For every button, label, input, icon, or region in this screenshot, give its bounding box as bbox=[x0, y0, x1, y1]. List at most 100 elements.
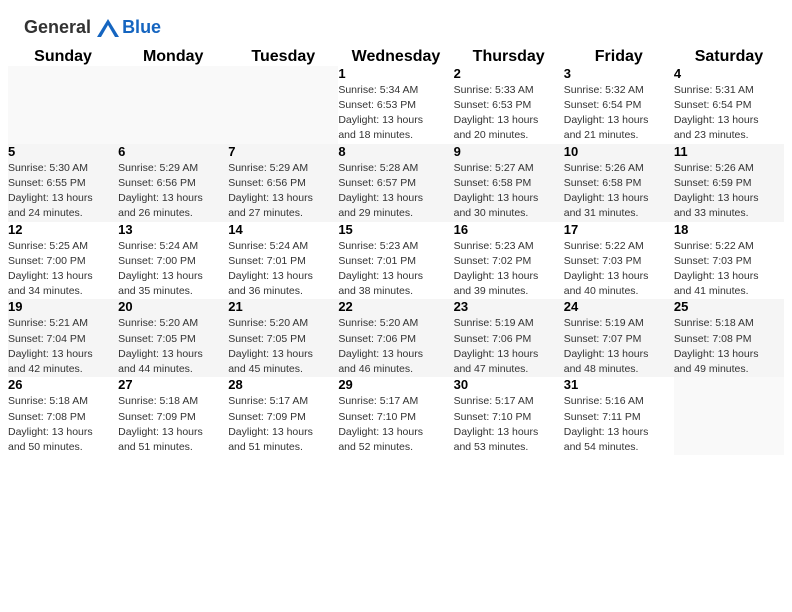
day-header-friday: Friday bbox=[564, 48, 674, 66]
calendar-cell: 20Sunrise: 5:20 AM Sunset: 7:05 PM Dayli… bbox=[118, 299, 228, 377]
day-info: Sunrise: 5:29 AM Sunset: 6:56 PM Dayligh… bbox=[228, 161, 338, 222]
page-header: General Blue bbox=[0, 0, 792, 48]
day-number: 5 bbox=[8, 144, 118, 159]
day-header-monday: Monday bbox=[118, 48, 228, 66]
calendar-body: 1 Sunrise: 5:34 AM Sunset: 6:53 PM Daylig… bbox=[8, 66, 784, 455]
day-info: Sunrise: 5:22 AM Sunset: 7:03 PM Dayligh… bbox=[674, 239, 784, 300]
calendar-cell: 22 Sunrise: 5:20 AM Sunset: 7:06 PM Dayli… bbox=[338, 299, 453, 377]
day-info: Sunrise: 5:31 AM Sunset: 6:54 PM Dayligh… bbox=[674, 83, 784, 144]
day-header-saturday: Saturday bbox=[674, 48, 784, 66]
calendar-wrapper: SundayMondayTuesdayWednesdayThursdayFrid… bbox=[0, 48, 792, 463]
day-info: Sunrise: 5:18 AM Sunset: 7:08 PM Dayligh… bbox=[674, 316, 784, 377]
calendar-cell: 25 Sunrise: 5:18 AM Sunset: 7:08 PM Dayli… bbox=[674, 299, 784, 377]
calendar-cell: 5 Sunrise: 5:30 AM Sunset: 6:55 PM Daylig… bbox=[8, 144, 118, 222]
calendar-week-4: 19Sunrise: 5:21 AM Sunset: 7:04 PM Dayli… bbox=[8, 299, 784, 377]
calendar-cell: 12 Sunrise: 5:25 AM Sunset: 7:00 PM Dayli… bbox=[8, 222, 118, 300]
day-header-thursday: Thursday bbox=[454, 48, 564, 66]
day-number: 7 bbox=[228, 144, 338, 159]
day-info: Sunrise: 5:26 AM Sunset: 6:58 PM Dayligh… bbox=[564, 161, 674, 222]
calendar-cell: 15Sunrise: 5:23 AM Sunset: 7:01 PM Dayli… bbox=[338, 222, 453, 300]
day-info: Sunrise: 5:26 AM Sunset: 6:59 PM Dayligh… bbox=[674, 161, 784, 222]
day-header-wednesday: Wednesday bbox=[338, 48, 453, 66]
calendar-cell: 6Sunrise: 5:29 AM Sunset: 6:56 PM Daylig… bbox=[118, 144, 228, 222]
calendar-cell: 23 Sunrise: 5:19 AM Sunset: 7:06 PM Dayli… bbox=[454, 299, 564, 377]
day-number: 2 bbox=[454, 66, 564, 81]
day-info: Sunrise: 5:20 AM Sunset: 7:06 PM Dayligh… bbox=[338, 316, 453, 377]
calendar-cell: 26Sunrise: 5:18 AM Sunset: 7:08 PM Dayli… bbox=[8, 377, 118, 455]
day-info: Sunrise: 5:17 AM Sunset: 7:10 PM Dayligh… bbox=[338, 394, 453, 455]
calendar-table: SundayMondayTuesdayWednesdayThursdayFrid… bbox=[8, 48, 784, 455]
day-info: Sunrise: 5:17 AM Sunset: 7:10 PM Dayligh… bbox=[454, 394, 564, 455]
calendar-week-5: 26Sunrise: 5:18 AM Sunset: 7:08 PM Dayli… bbox=[8, 377, 784, 455]
logo-icon bbox=[97, 19, 119, 37]
day-number: 1 bbox=[338, 66, 453, 81]
day-number: 11 bbox=[674, 144, 784, 159]
day-info: Sunrise: 5:16 AM Sunset: 7:11 PM Dayligh… bbox=[564, 394, 674, 455]
calendar-header-row: SundayMondayTuesdayWednesdayThursdayFrid… bbox=[8, 48, 784, 66]
calendar-cell: 17Sunrise: 5:22 AM Sunset: 7:03 PM Dayli… bbox=[564, 222, 674, 300]
day-info: Sunrise: 5:25 AM Sunset: 7:00 PM Dayligh… bbox=[8, 239, 118, 300]
day-number: 28 bbox=[228, 377, 338, 392]
calendar-cell: 8 Sunrise: 5:28 AM Sunset: 6:57 PM Daylig… bbox=[338, 144, 453, 222]
calendar-cell: 19Sunrise: 5:21 AM Sunset: 7:04 PM Dayli… bbox=[8, 299, 118, 377]
day-number: 24 bbox=[564, 299, 674, 314]
day-number: 3 bbox=[564, 66, 674, 81]
day-number: 13 bbox=[118, 222, 228, 237]
calendar-cell bbox=[228, 66, 338, 144]
calendar-cell: 10Sunrise: 5:26 AM Sunset: 6:58 PM Dayli… bbox=[564, 144, 674, 222]
calendar-week-1: 1 Sunrise: 5:34 AM Sunset: 6:53 PM Daylig… bbox=[8, 66, 784, 144]
calendar-week-3: 12 Sunrise: 5:25 AM Sunset: 7:00 PM Dayli… bbox=[8, 222, 784, 300]
day-info: Sunrise: 5:27 AM Sunset: 6:58 PM Dayligh… bbox=[454, 161, 564, 222]
calendar-cell: 11 Sunrise: 5:26 AM Sunset: 6:59 PM Dayli… bbox=[674, 144, 784, 222]
day-number: 26 bbox=[8, 377, 118, 392]
logo: General Blue bbox=[24, 18, 161, 38]
calendar-cell: 1 Sunrise: 5:34 AM Sunset: 6:53 PM Daylig… bbox=[338, 66, 453, 144]
day-info: Sunrise: 5:23 AM Sunset: 7:02 PM Dayligh… bbox=[454, 239, 564, 300]
calendar-week-2: 5 Sunrise: 5:30 AM Sunset: 6:55 PM Daylig… bbox=[8, 144, 784, 222]
day-number: 30 bbox=[454, 377, 564, 392]
day-header-tuesday: Tuesday bbox=[228, 48, 338, 66]
calendar-cell: 31Sunrise: 5:16 AM Sunset: 7:11 PM Dayli… bbox=[564, 377, 674, 455]
day-info: Sunrise: 5:24 AM Sunset: 7:01 PM Dayligh… bbox=[228, 239, 338, 300]
day-info: Sunrise: 5:30 AM Sunset: 6:55 PM Dayligh… bbox=[8, 161, 118, 222]
day-number: 29 bbox=[338, 377, 453, 392]
calendar-cell: 29 Sunrise: 5:17 AM Sunset: 7:10 PM Dayli… bbox=[338, 377, 453, 455]
day-number: 12 bbox=[8, 222, 118, 237]
day-number: 23 bbox=[454, 299, 564, 314]
day-number: 6 bbox=[118, 144, 228, 159]
day-info: Sunrise: 5:19 AM Sunset: 7:06 PM Dayligh… bbox=[454, 316, 564, 377]
day-info: Sunrise: 5:24 AM Sunset: 7:00 PM Dayligh… bbox=[118, 239, 228, 300]
day-header-sunday: Sunday bbox=[8, 48, 118, 66]
logo-general: General bbox=[24, 17, 91, 37]
day-number: 4 bbox=[674, 66, 784, 81]
day-number: 22 bbox=[338, 299, 453, 314]
day-info: Sunrise: 5:22 AM Sunset: 7:03 PM Dayligh… bbox=[564, 239, 674, 300]
day-info: Sunrise: 5:19 AM Sunset: 7:07 PM Dayligh… bbox=[564, 316, 674, 377]
calendar-cell: 18Sunrise: 5:22 AM Sunset: 7:03 PM Dayli… bbox=[674, 222, 784, 300]
calendar-cell: 14 Sunrise: 5:24 AM Sunset: 7:01 PM Dayli… bbox=[228, 222, 338, 300]
day-info: Sunrise: 5:18 AM Sunset: 7:09 PM Dayligh… bbox=[118, 394, 228, 455]
day-number: 20 bbox=[118, 299, 228, 314]
calendar-cell: 4 Sunrise: 5:31 AM Sunset: 6:54 PM Daylig… bbox=[674, 66, 784, 144]
day-number: 14 bbox=[228, 222, 338, 237]
day-info: Sunrise: 5:33 AM Sunset: 6:53 PM Dayligh… bbox=[454, 83, 564, 144]
calendar-cell: 24 Sunrise: 5:19 AM Sunset: 7:07 PM Dayli… bbox=[564, 299, 674, 377]
day-info: Sunrise: 5:21 AM Sunset: 7:04 PM Dayligh… bbox=[8, 316, 118, 377]
day-number: 21 bbox=[228, 299, 338, 314]
calendar-cell: 28 Sunrise: 5:17 AM Sunset: 7:09 PM Dayli… bbox=[228, 377, 338, 455]
calendar-cell bbox=[8, 66, 118, 144]
day-info: Sunrise: 5:17 AM Sunset: 7:09 PM Dayligh… bbox=[228, 394, 338, 455]
calendar-cell: 13 Sunrise: 5:24 AM Sunset: 7:00 PM Dayli… bbox=[118, 222, 228, 300]
day-number: 8 bbox=[338, 144, 453, 159]
day-number: 15 bbox=[338, 222, 453, 237]
day-number: 16 bbox=[454, 222, 564, 237]
day-info: Sunrise: 5:34 AM Sunset: 6:53 PM Dayligh… bbox=[338, 83, 453, 144]
day-info: Sunrise: 5:28 AM Sunset: 6:57 PM Dayligh… bbox=[338, 161, 453, 222]
calendar-cell: 7 Sunrise: 5:29 AM Sunset: 6:56 PM Daylig… bbox=[228, 144, 338, 222]
calendar-cell: 9Sunrise: 5:27 AM Sunset: 6:58 PM Daylig… bbox=[454, 144, 564, 222]
day-info: Sunrise: 5:32 AM Sunset: 6:54 PM Dayligh… bbox=[564, 83, 674, 144]
calendar-cell bbox=[674, 377, 784, 455]
calendar-cell: 16 Sunrise: 5:23 AM Sunset: 7:02 PM Dayli… bbox=[454, 222, 564, 300]
calendar-cell: 21Sunrise: 5:20 AM Sunset: 7:05 PM Dayli… bbox=[228, 299, 338, 377]
day-number: 25 bbox=[674, 299, 784, 314]
